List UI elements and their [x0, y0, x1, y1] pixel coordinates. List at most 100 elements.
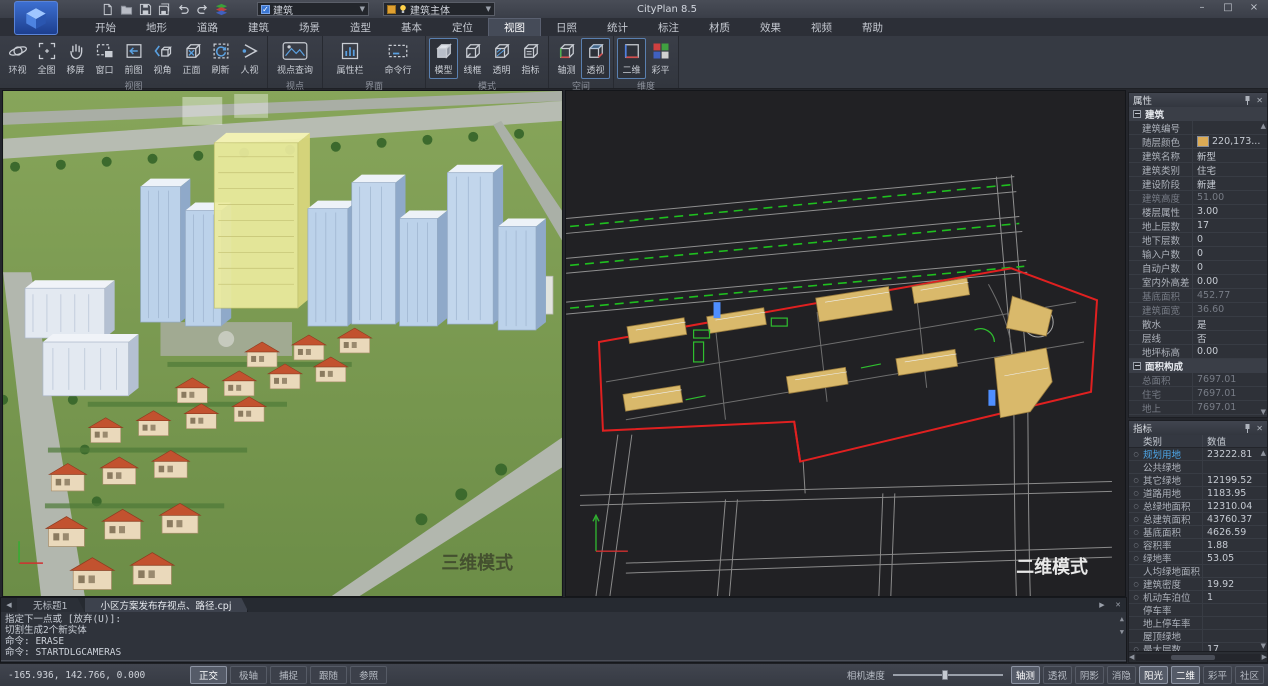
- save-icon[interactable]: [138, 2, 153, 17]
- property-row[interactable]: 总面积 7697.01: [1129, 373, 1267, 387]
- scroll-up-icon[interactable]: ▲: [1120, 614, 1124, 625]
- property-value[interactable]: 是: [1193, 317, 1267, 330]
- collapse-icon[interactable]: −: [1133, 362, 1141, 370]
- indicator-row[interactable]: ○ 建筑密度 19.92: [1129, 578, 1267, 591]
- section-building[interactable]: − 建筑: [1129, 107, 1267, 121]
- axonometric-button[interactable]: 轴测: [552, 38, 581, 79]
- menu-tab[interactable]: 场景: [284, 18, 335, 36]
- menu-tab[interactable]: 效果: [745, 18, 796, 36]
- property-row[interactable]: 建筑类别 住宅: [1129, 163, 1267, 177]
- property-row[interactable]: 建筑编号: [1129, 121, 1267, 135]
- checkbox-icon[interactable]: ✓: [261, 5, 270, 14]
- property-value[interactable]: 7697.01: [1193, 373, 1267, 386]
- zoom-extents-button[interactable]: 全图: [32, 38, 61, 79]
- scroll-right-icon[interactable]: ▶: [1262, 653, 1267, 661]
- indicator-row[interactable]: ○ 容积率 1.88: [1129, 539, 1267, 552]
- property-value[interactable]: 新建: [1193, 177, 1267, 190]
- property-value[interactable]: 452.77: [1193, 289, 1267, 302]
- indicator-row[interactable]: ○ 其它绿地 12199.52: [1129, 474, 1267, 487]
- maximize-button[interactable]: □: [1220, 2, 1236, 13]
- indicator-row[interactable]: ○ 最大层数 17: [1129, 643, 1267, 651]
- scroll-down-icon[interactable]: ▼: [1261, 408, 1266, 416]
- indicator-row[interactable]: ○ 总绿地面积 12310.04: [1129, 500, 1267, 513]
- perspective-button[interactable]: 透视: [581, 38, 610, 79]
- undo-icon[interactable]: [176, 2, 191, 17]
- indicator-row[interactable]: ○ 屋顶绿地: [1129, 630, 1267, 643]
- property-row[interactable]: 自动户数 0: [1129, 261, 1267, 275]
- property-row[interactable]: 建筑名称 新型: [1129, 149, 1267, 163]
- indicator-row[interactable]: ○ 公共绿地: [1129, 461, 1267, 474]
- viewpoint-query-button[interactable]: 视点查询: [271, 38, 319, 79]
- property-value[interactable]: 0: [1193, 233, 1267, 246]
- property-value[interactable]: 0.00: [1193, 345, 1267, 358]
- transparent-mode-button[interactable]: 透明: [487, 38, 516, 79]
- property-value[interactable]: 住宅: [1193, 163, 1267, 176]
- property-value[interactable]: 新型: [1193, 149, 1267, 162]
- minimize-button[interactable]: –: [1194, 2, 1210, 13]
- property-row[interactable]: 层线 否: [1129, 331, 1267, 345]
- indicator-row[interactable]: ○ 人均绿地面积: [1129, 565, 1267, 578]
- menu-tab[interactable]: 地形: [131, 18, 182, 36]
- scroll-up-icon[interactable]: ▲: [1261, 122, 1266, 130]
- close-button[interactable]: ×: [1246, 2, 1262, 13]
- property-value[interactable]: 17: [1193, 219, 1267, 232]
- property-row[interactable]: 地上 7697.01: [1129, 401, 1267, 415]
- object-combo[interactable]: 建筑主体 ▼: [383, 2, 495, 16]
- save-all-icon[interactable]: [157, 2, 172, 17]
- drafting-toggle-button[interactable]: 跟随: [310, 666, 347, 684]
- scroll-down-icon[interactable]: ▼: [1261, 642, 1266, 650]
- chevron-down-icon[interactable]: ▼: [486, 5, 491, 13]
- display-modes-icon[interactable]: [214, 2, 229, 17]
- document-tab[interactable]: 无标题1: [17, 598, 85, 612]
- document-tab[interactable]: 小区方案发布存视点、路径.cpj: [85, 598, 249, 612]
- wireframe-mode-button[interactable]: 线框: [458, 38, 487, 79]
- command-history[interactable]: 指定下一点或 [放弃(U)]:切割生成2个新实体命令: ERASE命令: STA…: [1, 612, 1126, 660]
- camera-speed-slider[interactable]: [893, 668, 1003, 682]
- view-toggle-button[interactable]: 彩平: [1203, 666, 1232, 684]
- property-row[interactable]: 地下层数 0: [1129, 233, 1267, 247]
- menu-tab[interactable]: 标注: [643, 18, 694, 36]
- new-file-icon[interactable]: [100, 2, 115, 17]
- property-row[interactable]: 建筑高度 51.00: [1129, 191, 1267, 205]
- close-icon[interactable]: ✕: [1256, 424, 1263, 433]
- property-bar-button[interactable]: 属性栏: [326, 38, 374, 79]
- pin-icon[interactable]: [1244, 424, 1251, 433]
- app-logo-icon[interactable]: [14, 1, 58, 35]
- command-scrollbar[interactable]: ▲▼: [1120, 614, 1124, 638]
- property-row[interactable]: 散水 是: [1129, 317, 1267, 331]
- indicator-row[interactable]: ○ 绿地率 53.05: [1129, 552, 1267, 565]
- tab-scroll-left-icon[interactable]: ◀: [1, 598, 17, 612]
- property-value[interactable]: 51.00: [1193, 191, 1267, 204]
- view-toggle-button[interactable]: 社区: [1235, 666, 1264, 684]
- property-row[interactable]: 住宅 7697.01: [1129, 387, 1267, 401]
- section-area-composition[interactable]: − 面积构成: [1129, 359, 1267, 373]
- view-toggle-button[interactable]: 消隐: [1107, 666, 1136, 684]
- property-value[interactable]: 3.00: [1193, 205, 1267, 218]
- open-file-icon[interactable]: [119, 2, 134, 17]
- person-view-button[interactable]: 人视: [235, 38, 264, 79]
- menu-tab[interactable]: 视频: [796, 18, 847, 36]
- menu-tab[interactable]: 帮助: [847, 18, 898, 36]
- property-value[interactable]: 0: [1193, 247, 1267, 260]
- viewport-2d[interactable]: 二维模式: [565, 90, 1126, 597]
- model-mode-button[interactable]: 模型: [429, 38, 458, 79]
- menu-tab[interactable]: 道路: [182, 18, 233, 36]
- property-row[interactable]: 室内外高差 0.00: [1129, 275, 1267, 289]
- property-row[interactable]: 建筑面宽 36.60: [1129, 303, 1267, 317]
- close-icon[interactable]: ✕: [1256, 96, 1263, 105]
- indicator-row[interactable]: ○ 道路用地 1183.95: [1129, 487, 1267, 500]
- color-plan-button[interactable]: 彩平: [646, 38, 675, 79]
- viewport-3d[interactable]: 三维模式: [2, 90, 563, 597]
- property-value[interactable]: 0.00: [1193, 275, 1267, 288]
- property-row[interactable]: 地上层数 17: [1129, 219, 1267, 233]
- property-value[interactable]: 否: [1193, 331, 1267, 344]
- scroll-up-icon[interactable]: ▲: [1261, 449, 1266, 457]
- indicator-row[interactable]: ○ 规划用地 23222.81: [1129, 448, 1267, 461]
- zoom-window-button[interactable]: 窗口: [90, 38, 119, 79]
- indicator-row[interactable]: ○ 停车率: [1129, 604, 1267, 617]
- view-toggle-button[interactable]: 阳光: [1139, 666, 1168, 684]
- pan-button[interactable]: 移屏: [61, 38, 90, 79]
- command-line-button[interactable]: 命令行: [374, 38, 422, 79]
- property-value[interactable]: 0: [1193, 261, 1267, 274]
- collapse-icon[interactable]: −: [1133, 110, 1141, 118]
